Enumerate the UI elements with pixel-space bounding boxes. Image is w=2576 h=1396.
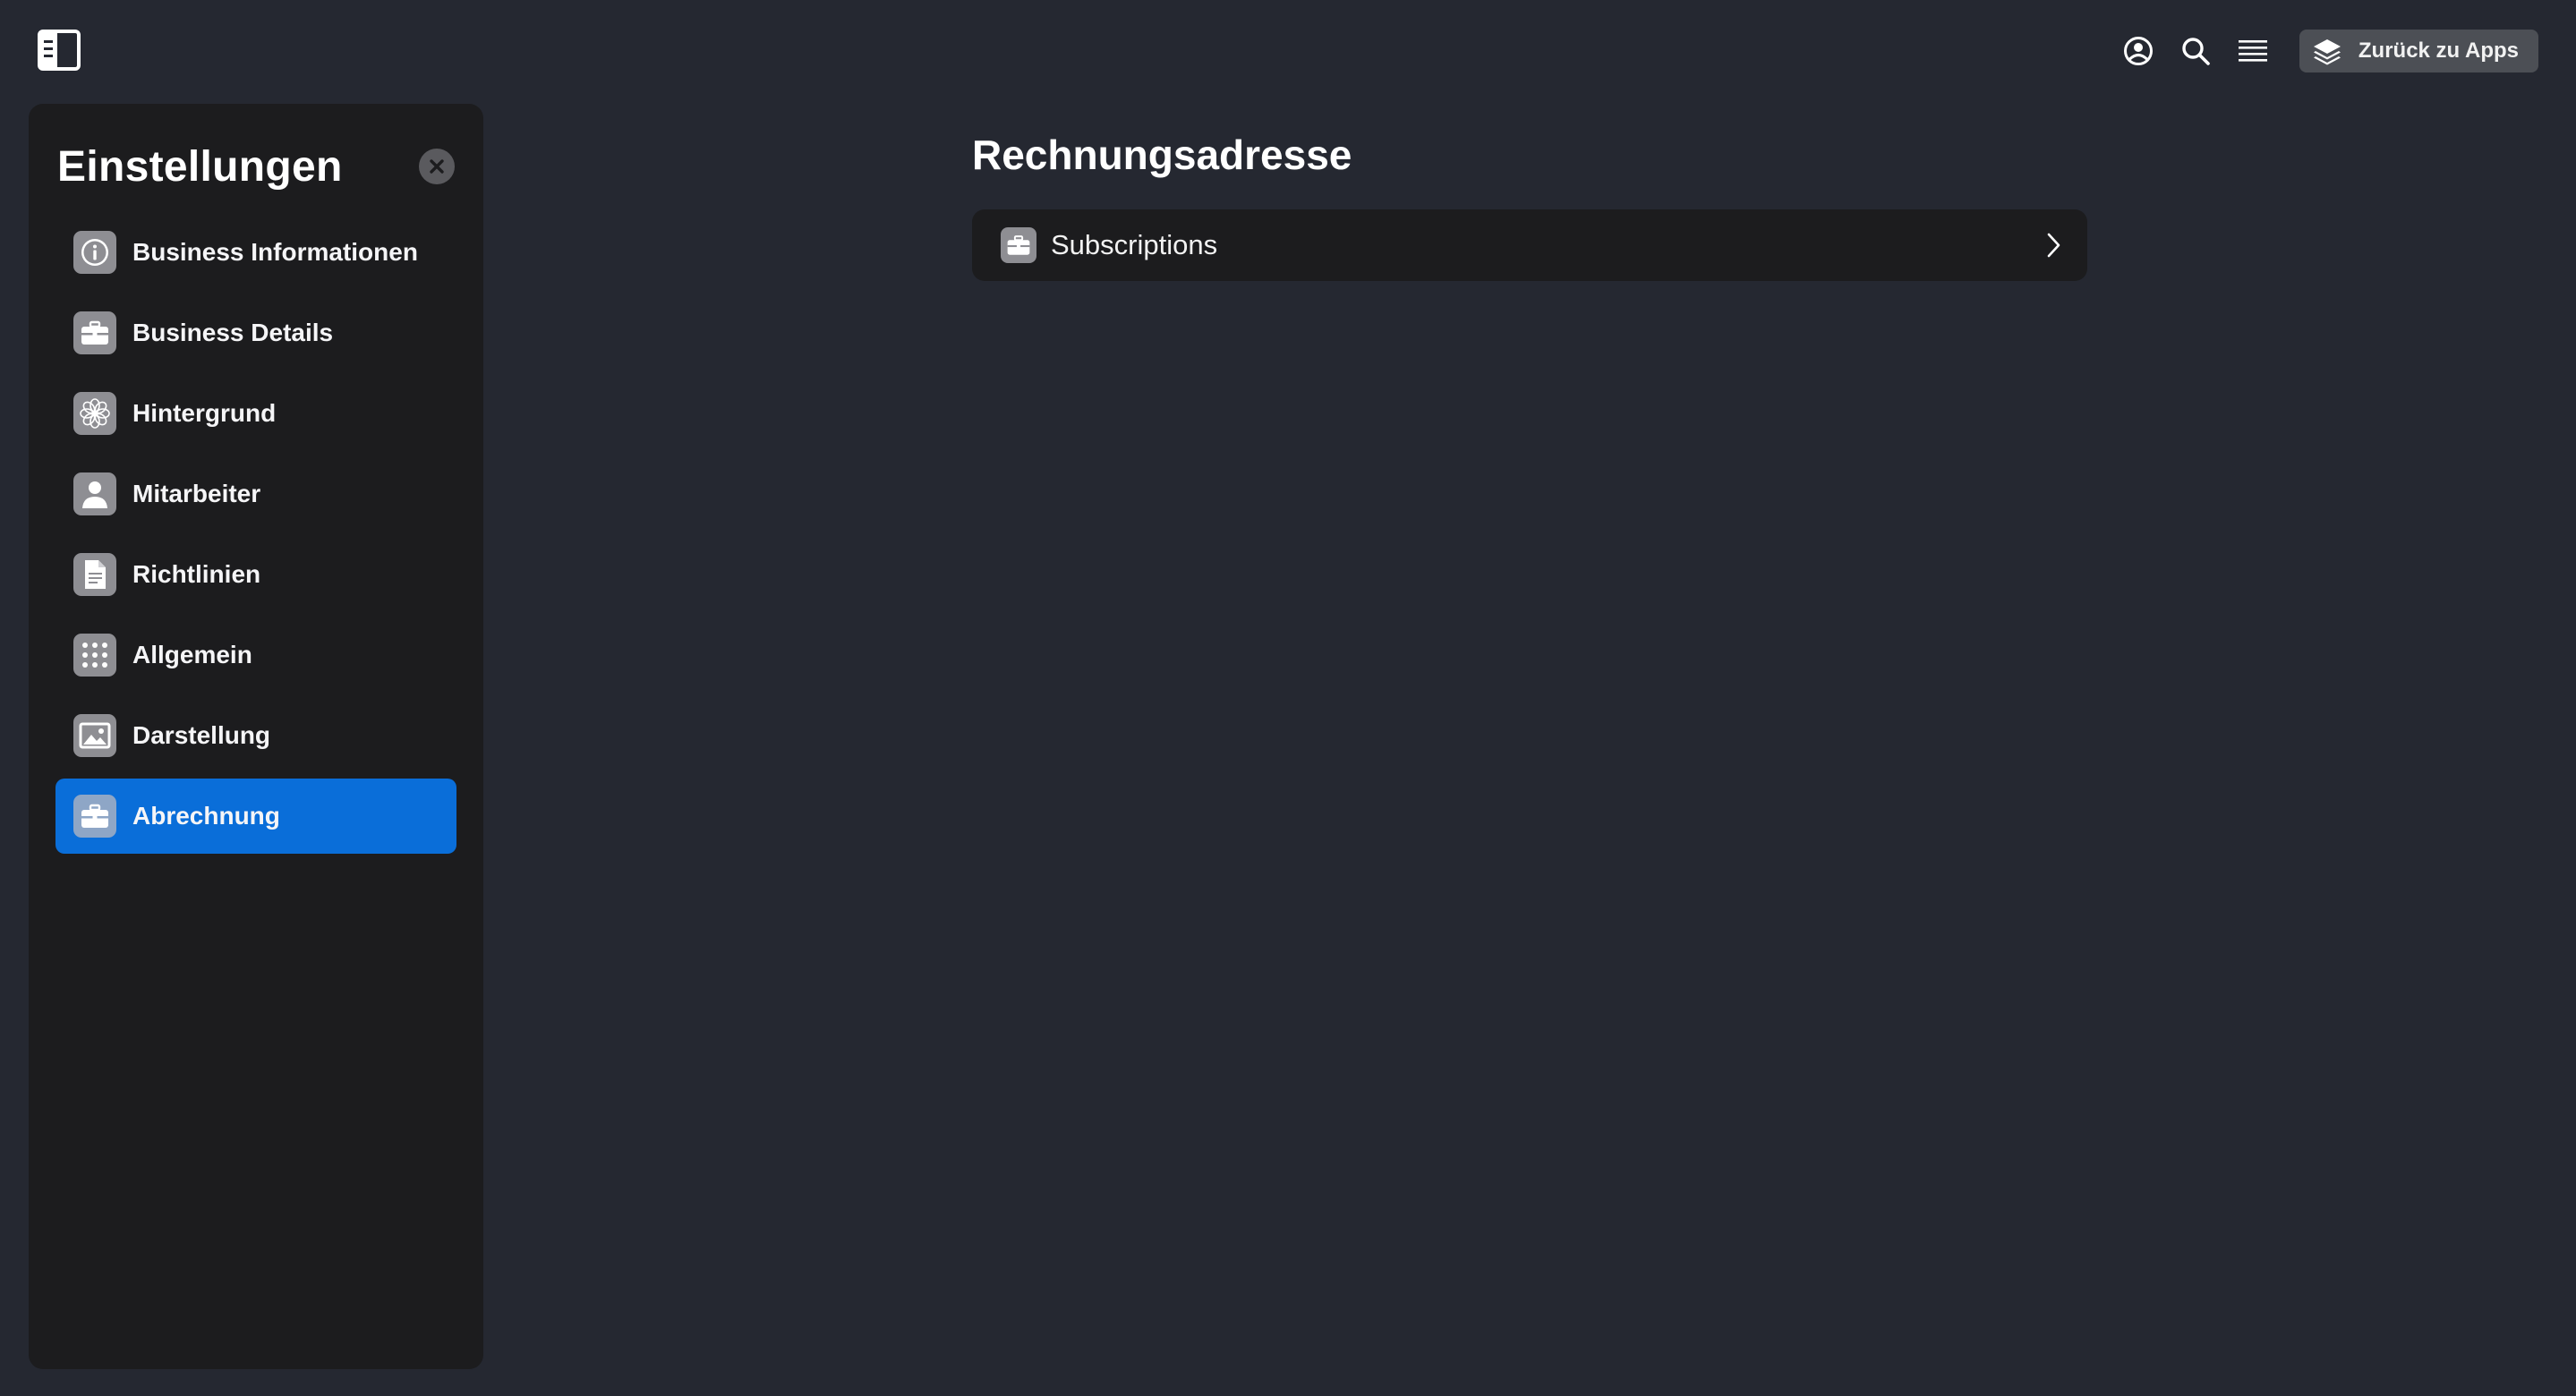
- sidebar-item-label: Abrechnung: [132, 802, 280, 830]
- image-icon: [73, 714, 116, 757]
- document-icon: [73, 553, 116, 596]
- main-content: Rechnungsadresse Subscriptions: [972, 131, 2087, 281]
- subscriptions-row[interactable]: Subscriptions: [972, 209, 2087, 281]
- back-to-apps-label: Zurück zu Apps: [2358, 38, 2519, 63]
- sidebar-item-business-details[interactable]: Business Details: [55, 295, 456, 370]
- account-button[interactable]: [2110, 29, 2167, 73]
- sidebar-item-label: Business Details: [132, 319, 334, 346]
- sidebar-item-mitarbeiter[interactable]: Mitarbeiter: [55, 456, 456, 532]
- sidebar-item-label: Richtlinien: [132, 560, 261, 588]
- sidebar-title: Einstellungen: [57, 142, 343, 191]
- briefcase-icon: [73, 311, 116, 354]
- briefcase-icon: [1001, 227, 1036, 263]
- menu-icon: [2238, 40, 2267, 62]
- briefcase-icon: [73, 795, 116, 838]
- back-to-apps-button[interactable]: Zurück zu Apps: [2299, 30, 2538, 72]
- close-icon: [430, 159, 444, 174]
- sidebar-item-darstellung[interactable]: Darstellung: [55, 698, 456, 773]
- close-button[interactable]: [419, 149, 455, 184]
- sidebar-toggle-button[interactable]: [36, 29, 82, 72]
- sidebar-icon: [38, 30, 81, 71]
- info-icon: [73, 231, 116, 274]
- sidebar-item-abrechnung[interactable]: Abrechnung: [55, 779, 456, 854]
- flower-icon: [73, 392, 116, 435]
- app-root: Zurück zu Apps Einstellungen Business In…: [0, 0, 2576, 1396]
- sidebar-item-richtlinien[interactable]: Richtlinien: [55, 537, 456, 612]
- sidebar-item-label: Darstellung: [132, 721, 271, 749]
- settings-sidebar: Einstellungen Business Informationen Bus…: [29, 104, 483, 1369]
- sidebar-item-label: Mitarbeiter: [132, 480, 261, 507]
- sidebar-header: Einstellungen: [55, 131, 456, 202]
- sidebar-item-allgemein[interactable]: Allgemein: [55, 617, 456, 693]
- search-button[interactable]: [2167, 29, 2224, 73]
- sidebar-item-label: Hintergrund: [132, 399, 277, 427]
- chevron-right-icon: [2043, 229, 2064, 261]
- sidebar-item-business-informationen[interactable]: Business Informationen: [55, 215, 456, 290]
- account-icon: [2123, 37, 2153, 65]
- layers-icon: [2313, 39, 2341, 65]
- person-icon: [73, 472, 116, 515]
- subscriptions-label: Subscriptions: [1051, 229, 1218, 260]
- grid-icon: [73, 634, 116, 677]
- sidebar-item-hintergrund[interactable]: Hintergrund: [55, 376, 456, 451]
- page-title: Rechnungsadresse: [972, 132, 1352, 178]
- sidebar-item-label: Business Informationen: [132, 238, 418, 266]
- sidebar-item-label: Allgemein: [132, 641, 252, 668]
- menu-button[interactable]: [2224, 29, 2282, 73]
- topbar-actions: Zurück zu Apps: [2110, 29, 2538, 73]
- search-icon: [2182, 38, 2210, 65]
- settings-menu: Business Informationen Business Details: [55, 215, 456, 854]
